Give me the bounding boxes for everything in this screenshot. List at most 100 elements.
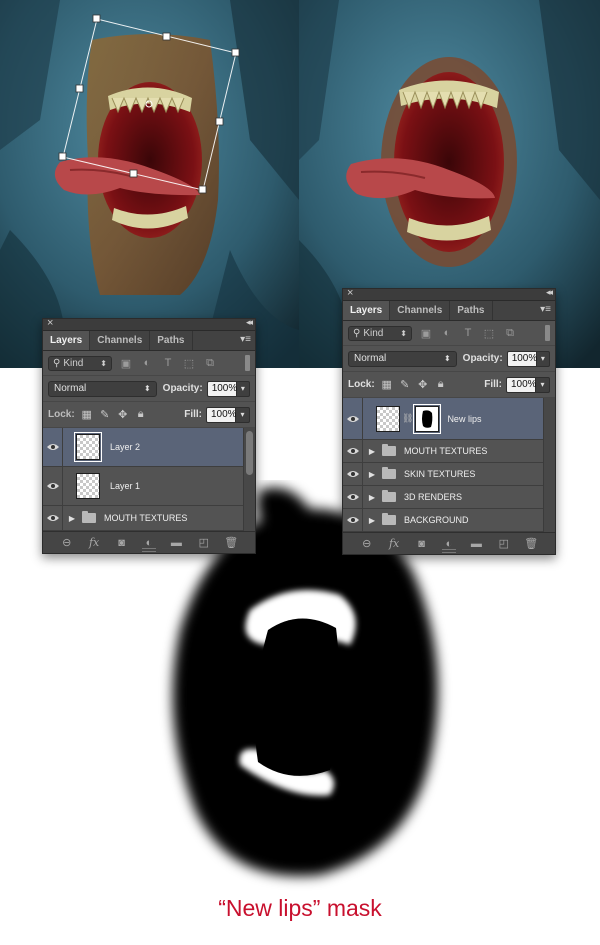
tab-layers[interactable]: Layers	[43, 331, 91, 350]
expand-arrow-icon[interactable]: ▶	[366, 516, 378, 525]
scrollbar-thumb[interactable]	[246, 431, 253, 475]
tab-channels[interactable]: Channels	[390, 301, 451, 320]
lock-transparency-icon[interactable]: ▦	[81, 409, 93, 421]
add-mask-icon[interactable]: ◙	[414, 537, 430, 551]
panel-menu-icon[interactable]: ▾≡	[240, 334, 251, 345]
fill-label: Fill:	[484, 379, 502, 390]
shape-filter-icon[interactable]: ⬚	[482, 327, 496, 340]
shape-filter-icon[interactable]: ⬚	[182, 357, 196, 370]
layer-row-3d-renders[interactable]: ▶ 3D RENDERS	[343, 486, 544, 509]
blend-mode-select[interactable]: Normal ⬍	[348, 350, 457, 367]
tab-paths[interactable]: Paths	[450, 301, 493, 320]
new-layer-icon[interactable]: ◰	[496, 537, 512, 551]
close-icon[interactable]: ×	[47, 317, 53, 329]
layer-name[interactable]: BACKGROUND	[404, 515, 469, 525]
lock-all-icon[interactable]: 🔒︎	[135, 408, 147, 421]
opacity-input[interactable]: 100%	[206, 380, 237, 397]
smart-object-filter-icon[interactable]: ⧉	[203, 357, 217, 369]
expand-arrow-icon[interactable]: ▶	[366, 493, 378, 502]
opacity-dropdown-icon[interactable]: ▾	[536, 350, 550, 367]
tab-paths[interactable]: Paths	[150, 331, 193, 350]
eye-icon[interactable]	[43, 467, 63, 505]
layer-thumbnail[interactable]	[376, 405, 400, 432]
fx-icon[interactable]: fx	[86, 536, 102, 550]
smart-object-filter-icon[interactable]: ⧉	[503, 327, 517, 339]
panel-menu-icon[interactable]: ▾≡	[540, 304, 551, 315]
panel-titlebar[interactable]: × ◂◂	[343, 287, 555, 301]
resize-grip[interactable]	[442, 549, 456, 553]
eye-icon[interactable]	[343, 440, 363, 462]
new-group-icon[interactable]: ▬	[468, 537, 484, 551]
resize-grip[interactable]	[142, 548, 156, 552]
layer-row-layer-2[interactable]: Layer 2	[43, 428, 244, 467]
layer-thumbnail[interactable]	[76, 473, 100, 499]
new-layer-icon[interactable]: ◰	[196, 536, 212, 550]
expand-arrow-icon[interactable]: ▶	[366, 470, 378, 479]
layers-scrollbar[interactable]	[543, 398, 555, 532]
eye-icon[interactable]	[343, 486, 363, 508]
layer-name[interactable]: 3D RENDERS	[404, 492, 462, 502]
filter-toggle[interactable]	[545, 325, 550, 341]
fx-icon[interactable]: fx	[386, 537, 402, 551]
pixel-filter-icon[interactable]: ▣	[119, 357, 133, 370]
trash-icon[interactable]: 🗑︎	[223, 536, 239, 550]
expand-arrow-icon[interactable]: ▶	[366, 447, 378, 456]
blend-mode-select[interactable]: Normal ⬍	[48, 380, 157, 397]
layer-name[interactable]: MOUTH TEXTURES	[104, 513, 187, 523]
adjustment-filter-icon[interactable]: ◐	[140, 357, 154, 369]
opacity-input[interactable]: 100%	[506, 350, 537, 367]
link-layers-icon[interactable]: ⊖	[59, 536, 75, 550]
layer-mask-thumbnail[interactable]	[413, 403, 442, 434]
layer-name[interactable]: Layer 2	[110, 442, 140, 452]
layer-name[interactable]: Layer 1	[110, 481, 140, 491]
type-filter-icon[interactable]: T	[461, 327, 475, 339]
eye-icon[interactable]	[343, 463, 363, 485]
fill-dropdown-icon[interactable]: ▾	[536, 376, 550, 393]
adjustment-filter-icon[interactable]: ◐	[440, 327, 454, 339]
fill-input[interactable]: 100%	[206, 406, 237, 423]
opacity-dropdown-icon[interactable]: ▾	[236, 380, 250, 397]
kind-filter-select[interactable]: ⚲ Kind ⬍	[348, 325, 412, 341]
layer-row-mouth-textures[interactable]: ▶ MOUTH TEXTURES	[343, 440, 544, 463]
layer-name[interactable]: SKIN TEXTURES	[404, 469, 475, 479]
type-filter-icon[interactable]: T	[161, 357, 175, 369]
layer-name[interactable]: MOUTH TEXTURES	[404, 446, 487, 456]
collapse-icon[interactable]: ◂◂	[546, 287, 553, 298]
tab-channels[interactable]: Channels	[90, 331, 151, 350]
layer-row-mouth-textures[interactable]: ▶ MOUTH TEXTURES	[43, 506, 244, 531]
panel-titlebar[interactable]: × ◂◂	[43, 317, 255, 331]
tab-layers[interactable]: Layers	[343, 301, 391, 320]
fill-input[interactable]: 100%	[506, 376, 537, 393]
lock-pixels-icon[interactable]: ✎	[99, 409, 111, 421]
layer-row-background[interactable]: ▶ BACKGROUND	[343, 509, 544, 532]
lock-transparency-icon[interactable]: ▦	[381, 379, 393, 391]
panel-tabs: Layers Channels Paths ▾≡	[343, 301, 555, 321]
eye-icon[interactable]	[43, 506, 63, 530]
collapse-icon[interactable]: ◂◂	[246, 317, 253, 328]
layers-scrollbar[interactable]	[243, 428, 255, 531]
eye-icon[interactable]	[43, 428, 63, 466]
close-icon[interactable]: ×	[347, 287, 353, 299]
add-mask-icon[interactable]: ◙	[114, 536, 130, 550]
layer-thumbnail[interactable]	[74, 432, 102, 462]
new-group-icon[interactable]: ▬	[168, 536, 184, 550]
lock-pixels-icon[interactable]: ✎	[399, 379, 411, 391]
lock-position-icon[interactable]: ✥	[417, 379, 429, 391]
eye-icon[interactable]	[343, 398, 363, 439]
expand-arrow-icon[interactable]: ▶	[66, 514, 78, 523]
lock-position-icon[interactable]: ✥	[117, 409, 129, 421]
eye-icon[interactable]	[343, 509, 363, 531]
layer-row-layer-1[interactable]: Layer 1	[43, 467, 244, 506]
trash-icon[interactable]: 🗑︎	[523, 537, 539, 551]
link-mask-icon[interactable]: ⛓	[402, 413, 413, 424]
blend-row: Normal ⬍ Opacity: 100% ▾	[343, 346, 555, 372]
layer-row-skin-textures[interactable]: ▶ SKIN TEXTURES	[343, 463, 544, 486]
pixel-filter-icon[interactable]: ▣	[419, 327, 433, 340]
lock-all-icon[interactable]: 🔒︎	[435, 378, 447, 391]
kind-filter-select[interactable]: ⚲ Kind ⬍	[48, 355, 112, 371]
layer-row-new-lips[interactable]: ⛓ New lips	[343, 398, 544, 440]
layer-name[interactable]: New lips	[447, 414, 481, 424]
filter-toggle[interactable]	[245, 355, 250, 371]
link-layers-icon[interactable]: ⊖	[359, 537, 375, 551]
fill-dropdown-icon[interactable]: ▾	[236, 406, 250, 423]
